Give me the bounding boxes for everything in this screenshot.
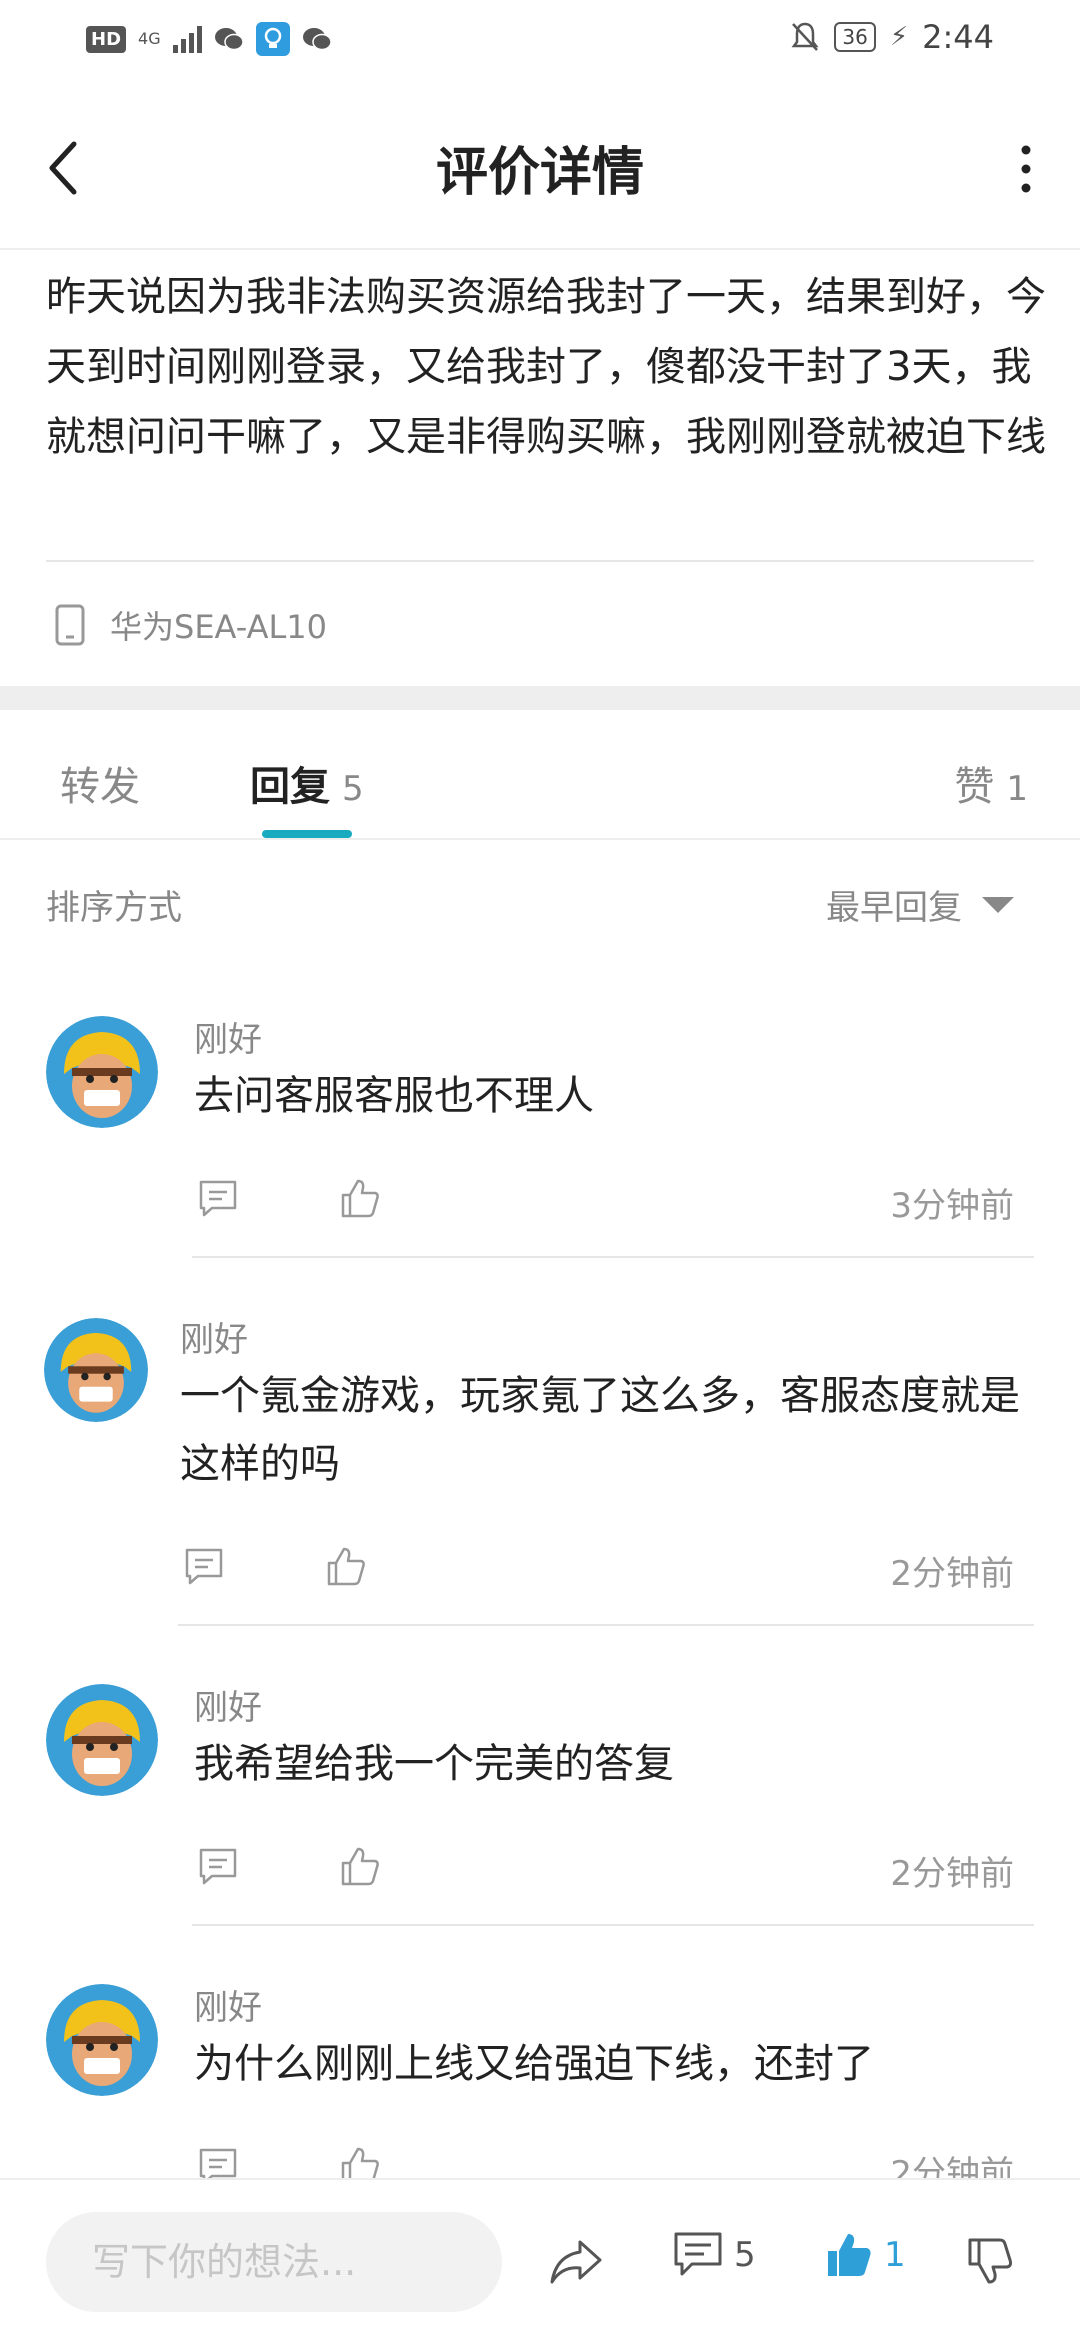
status-right-icons: 36 ⚡ 2:44 <box>790 18 994 56</box>
more-options-icon[interactable] <box>1016 144 1036 194</box>
like-icon[interactable] <box>338 1844 382 1888</box>
device-name: 华为SEA-AL10 <box>110 608 328 646</box>
device-info: 华为SEA-AL10 <box>54 602 327 648</box>
tab-like-label: 赞 <box>954 764 995 810</box>
comment-author[interactable]: 刚好 <box>194 1980 262 2029</box>
page-title: 评价详情 <box>435 143 644 203</box>
like-icon[interactable] <box>338 1176 382 1220</box>
comment-input[interactable] <box>46 2212 502 2312</box>
app-header: 评价详情 <box>0 100 1080 228</box>
comment-text: 为什么刚刚上线又给强迫下线，还封了 <box>194 2041 874 2087</box>
sort-dropdown[interactable]: 最早回复 <box>826 880 1014 929</box>
comment-time: 2分钟前 <box>890 1854 1014 1894</box>
sort-label: 排序方式 <box>46 888 182 928</box>
tab-forward[interactable]: 转发 <box>60 754 140 812</box>
signal-icon <box>172 25 202 53</box>
like-count: 1 <box>884 2235 906 2275</box>
status-bar: HD 4G 36 ⚡ 2:44 <box>0 0 1080 80</box>
comment-author[interactable]: 刚好 <box>194 1012 262 1061</box>
avatar[interactable] <box>46 1684 158 1796</box>
tab-reply[interactable]: 回复 5 <box>250 754 364 812</box>
avatar[interactable] <box>46 1016 158 1128</box>
comment-time: 2分钟前 <box>890 2154 1014 2178</box>
bottom-action-bar: 5 1 <box>0 2178 1080 2342</box>
wechat-icon <box>214 28 244 51</box>
status-left-icons: HD 4G <box>86 22 332 56</box>
comment-text: 去问客服客服也不理人 <box>194 1073 594 1119</box>
tab-bar: 转发 回复 5 赞1 <box>0 710 1080 840</box>
avatar[interactable] <box>46 1984 158 2096</box>
review-body: 昨天说因为我非法购买资源给我封了一天，结果到好，今天到时间刚刚登录，又给我封了，… <box>46 274 1046 460</box>
mute-bell-icon <box>791 22 819 51</box>
charging-icon: ⚡ <box>889 22 909 52</box>
reply-icon[interactable] <box>196 1176 240 1220</box>
comment-item: 刚好 我希望给我一个完美的答复 2分钟前 <box>0 1680 1080 1926</box>
comment-time: 2分钟前 <box>890 1554 1014 1594</box>
header-divider <box>0 248 1080 250</box>
comment-count-button[interactable]: 5 <box>672 2230 756 2280</box>
tab-like-count: 1 <box>1006 769 1028 809</box>
comment-item: 刚好 一个氪金游戏，玩家氪了这么多，客服态度就是这样的吗 2分钟前 <box>0 1312 1080 1628</box>
comment-divider <box>192 1256 1034 1258</box>
comment-divider <box>178 1624 1034 1626</box>
comment-author[interactable]: 刚好 <box>194 1680 262 1729</box>
like-icon[interactable] <box>324 1544 368 1588</box>
comment-author[interactable]: 刚好 <box>180 1312 248 1361</box>
tab-reply-count: 5 <box>342 769 364 809</box>
reply-icon[interactable] <box>182 1544 226 1588</box>
phone-icon <box>55 604 85 646</box>
comment-time: 3分钟前 <box>890 1186 1014 1226</box>
comment-text: 一个氪金游戏，玩家氪了这么多，客服态度就是这样的吗 <box>180 1373 1020 1487</box>
like-button[interactable]: 1 <box>824 2230 906 2280</box>
share-icon[interactable] <box>548 2238 604 2286</box>
thumb-down-icon[interactable] <box>966 2236 1014 2286</box>
dropdown-arrow-icon <box>982 896 1014 913</box>
comment-count: 5 <box>734 2235 756 2275</box>
tab-like[interactable]: 赞1 <box>954 754 1028 812</box>
reply-icon[interactable] <box>196 2144 240 2178</box>
active-tab-indicator <box>262 830 352 838</box>
tab-reply-label: 回复 <box>250 764 330 810</box>
thumb-up-icon <box>828 2234 871 2276</box>
wechat-icon-2 <box>302 28 332 51</box>
tab-forward-label: 转发 <box>60 764 140 810</box>
comment-item: 刚好 去问客服客服也不理人 3分钟前 <box>0 1012 1080 1258</box>
sort-selected: 最早回复 <box>826 888 962 928</box>
battery-level: 36 <box>834 22 876 52</box>
like-icon[interactable] <box>338 2144 382 2178</box>
comment-item: 刚好 为什么刚刚上线又给强迫下线，还封了 2分钟前 <box>0 1980 1080 2178</box>
network-label: 4G <box>138 29 161 48</box>
bulb-app-icon <box>255 22 290 56</box>
reply-icon[interactable] <box>196 1844 240 1888</box>
comment-divider <box>192 1924 1034 1926</box>
clock: 2:44 <box>922 18 994 56</box>
review-divider <box>46 560 1034 562</box>
comment-icon <box>674 2232 722 2276</box>
section-gap <box>0 686 1080 710</box>
comment-text: 我希望给我一个完美的答复 <box>194 1741 674 1787</box>
avatar[interactable] <box>44 1318 148 1422</box>
hd-badge: HD <box>86 25 127 53</box>
